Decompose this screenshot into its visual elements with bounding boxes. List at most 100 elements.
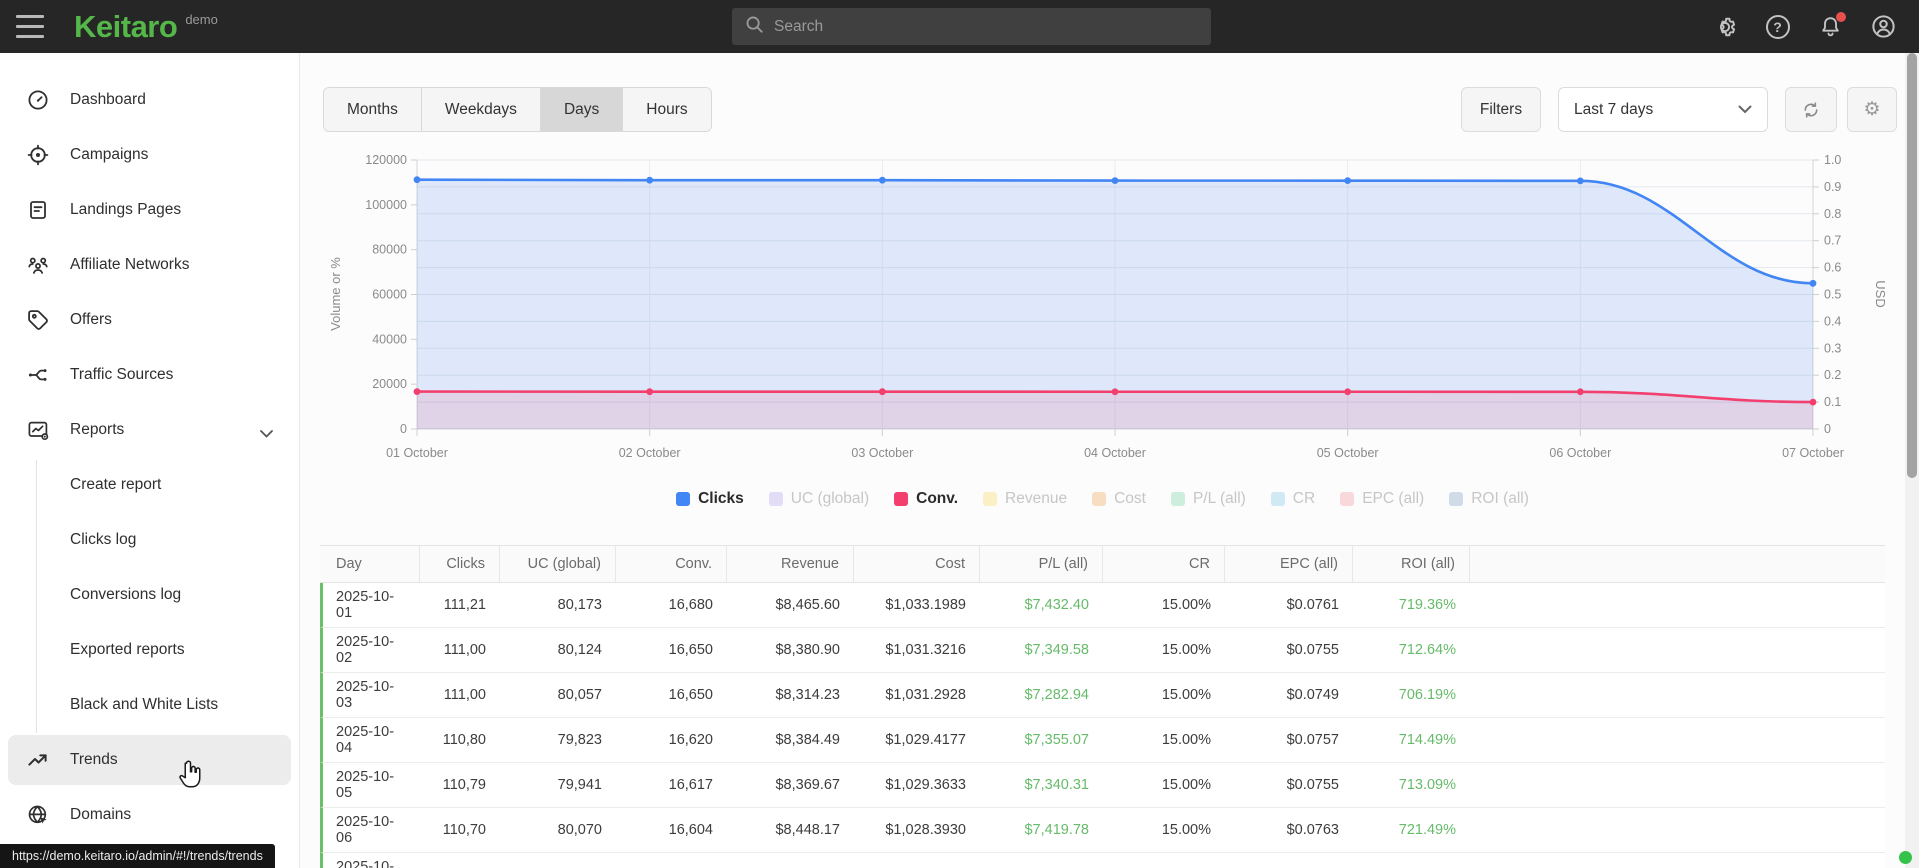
scrollbar-thumb[interactable] bbox=[1907, 53, 1917, 478]
legend-item-p-l-all[interactable]: P/L (all) bbox=[1170, 490, 1246, 508]
legend-item-cr[interactable]: CR bbox=[1270, 490, 1315, 508]
filters-button[interactable]: Filters bbox=[1461, 87, 1541, 132]
cell-epc-all: $0.0757 bbox=[1286, 732, 1339, 748]
cell-conv: 16,680 bbox=[668, 597, 713, 613]
sidebar-item-create-report[interactable]: Create report bbox=[8, 460, 291, 510]
cell-roi-all: 714.49% bbox=[1398, 732, 1456, 748]
legend-item-cost[interactable]: Cost bbox=[1092, 490, 1146, 508]
cell-cost: $1,028.3930 bbox=[885, 822, 966, 838]
search-input[interactable] bbox=[774, 17, 1199, 36]
column-header-p-l-all: P/L (all) bbox=[980, 546, 1103, 582]
sidebar-item-campaigns[interactable]: Campaigns bbox=[8, 130, 291, 180]
affiliate-icon bbox=[25, 252, 51, 278]
trends-icon bbox=[25, 747, 51, 773]
cell-clicks: 44,40 bbox=[420, 853, 500, 868]
chevron-down-icon bbox=[1738, 105, 1752, 114]
sidebar-item-affiliate-networks[interactable]: Affiliate Networks bbox=[8, 240, 291, 290]
sidebar-item-clicks-log[interactable]: Clicks log bbox=[8, 515, 291, 565]
cell-uc-global: 80,070 bbox=[557, 822, 602, 838]
cell-cr: 15.00% bbox=[1161, 687, 1211, 703]
legend-item-epc-all[interactable]: EPC (all) bbox=[1340, 490, 1424, 508]
table-row: 2025-10-03 111,00 80,057 16,650 $8,314.23 $1,… bbox=[320, 673, 1885, 718]
cell-revenue: $8,448.17 bbox=[775, 822, 840, 838]
svg-text:20000: 20000 bbox=[372, 377, 407, 391]
sidebar-item-black-and-white-lists[interactable]: Black and White Lists bbox=[8, 680, 291, 730]
account-icon[interactable] bbox=[1870, 13, 1897, 40]
sidebar-item-label: Trends bbox=[70, 751, 118, 768]
gear-icon: ⚙ bbox=[1863, 99, 1881, 120]
cell-filler bbox=[1470, 673, 1885, 717]
cell-clicks: 110,70 bbox=[442, 822, 486, 838]
sidebar-item-label: Domains bbox=[70, 806, 132, 823]
sidebar-item-dashboard[interactable]: Dashboard bbox=[8, 75, 291, 125]
column-header-uc-global: UC (global) bbox=[500, 546, 616, 582]
reports-icon bbox=[25, 417, 51, 443]
sidebar-item-label: Clicks log bbox=[70, 531, 137, 548]
report-controls: Filters Last 7 days ⚙ bbox=[1461, 87, 1897, 132]
refresh-icon bbox=[1804, 101, 1818, 118]
topbar: Keitaro demo ? bbox=[0, 0, 1919, 53]
tab-months[interactable]: Months bbox=[324, 88, 422, 131]
legend-swatch bbox=[768, 492, 783, 506]
sidebar-item-reports[interactable]: Reports bbox=[8, 405, 291, 455]
sidebar-item-landings-pages[interactable]: Landings Pages bbox=[8, 185, 291, 235]
tab-days[interactable]: Days bbox=[540, 88, 624, 131]
trend-chart-svg: 1.0 0.9 0.8 0.7 0.6 0.5 0.4 0.3 0.2 0.1 0 01 Octobe… bbox=[328, 153, 1888, 460]
sidebar-item-offers[interactable]: Offers bbox=[8, 295, 291, 345]
svg-text:04 October: 04 October bbox=[1084, 446, 1146, 460]
legend-item-roi-all[interactable]: ROI (all) bbox=[1449, 490, 1529, 508]
help-icon[interactable]: ? bbox=[1764, 13, 1791, 40]
cell-p-l-all: $7,419.78 bbox=[1024, 822, 1089, 838]
column-header-filler bbox=[1470, 546, 1885, 582]
cell-epc-all: $0.0751 bbox=[1225, 853, 1353, 868]
refresh-button[interactable] bbox=[1785, 87, 1837, 132]
sidebar-item-domains[interactable]: Domains bbox=[8, 790, 291, 840]
legend-swatch bbox=[1092, 492, 1107, 506]
cell-cost: $1,033.1989 bbox=[885, 597, 966, 613]
tab-hours[interactable]: Hours bbox=[623, 88, 711, 131]
legend-item-clicks[interactable]: Clicks bbox=[676, 490, 744, 508]
date-range-select[interactable]: Last 7 days bbox=[1558, 87, 1768, 132]
settings-icon[interactable] bbox=[1711, 13, 1738, 40]
cell-day: 2025-10-04 bbox=[336, 724, 395, 756]
sidebar-nav: Dashboard Campaigns Landings Pages Affiliat… bbox=[0, 53, 299, 840]
cell-clicks: 111,00 bbox=[443, 687, 486, 703]
chart-settings-button[interactable]: ⚙ bbox=[1847, 87, 1897, 132]
legend-label: Conv. bbox=[916, 490, 959, 507]
legend-item-conv[interactable]: Conv. bbox=[894, 490, 958, 508]
sidebar-item-conversions-log[interactable]: Conversions log bbox=[8, 570, 291, 620]
sidebar-item-traffic-sources[interactable]: Traffic Sources bbox=[8, 350, 291, 400]
svg-text:0.2: 0.2 bbox=[1824, 368, 1841, 382]
cell-day: 2025-10-05 bbox=[336, 769, 395, 801]
cell-day: 2025-10-01 bbox=[336, 589, 395, 621]
brand: Keitaro demo bbox=[74, 0, 218, 53]
cell-roi-all: 532.02% bbox=[1353, 853, 1470, 868]
no-icon bbox=[25, 637, 51, 663]
svg-text:05 October: 05 October bbox=[1317, 446, 1379, 460]
cell-epc-all: $0.0755 bbox=[1286, 777, 1339, 793]
column-header-cr: CR bbox=[1103, 546, 1225, 582]
sidebar-item-label: Offers bbox=[70, 311, 112, 328]
svg-text:100000: 100000 bbox=[365, 198, 407, 212]
tab-weekdays[interactable]: Weekdays bbox=[421, 88, 541, 131]
cell-day: 2025-10-03 bbox=[336, 679, 395, 711]
sidebar-item-label: Landings Pages bbox=[70, 201, 182, 218]
menu-toggle-icon[interactable] bbox=[16, 15, 44, 38]
legend-item-revenue[interactable]: Revenue bbox=[983, 490, 1067, 508]
legend-item-uc-global[interactable]: UC (global) bbox=[768, 490, 869, 508]
cell-uc-global: 80,057 bbox=[557, 687, 602, 703]
cell-epc-all: $0.0749 bbox=[1286, 687, 1339, 703]
legend-label: EPC (all) bbox=[1362, 490, 1425, 507]
granularity-tabs: Months Weekdays Days Hours bbox=[323, 87, 712, 132]
svg-text:120000: 120000 bbox=[365, 153, 407, 167]
sidebar-item-trends[interactable]: Trends bbox=[8, 735, 291, 785]
cell-cost: $1,031.2928 bbox=[885, 687, 966, 703]
brand-logo: Keitaro bbox=[74, 8, 178, 44]
notifications-icon[interactable] bbox=[1817, 12, 1846, 40]
cell-conv: 16,620 bbox=[668, 732, 713, 748]
sidebar-item-exported-reports[interactable]: Exported reports bbox=[8, 625, 291, 675]
legend-label: Clicks bbox=[698, 490, 744, 507]
global-search[interactable] bbox=[732, 8, 1211, 45]
cell-uc-global: 80,124 bbox=[557, 642, 602, 658]
cell-filler bbox=[1470, 763, 1885, 807]
